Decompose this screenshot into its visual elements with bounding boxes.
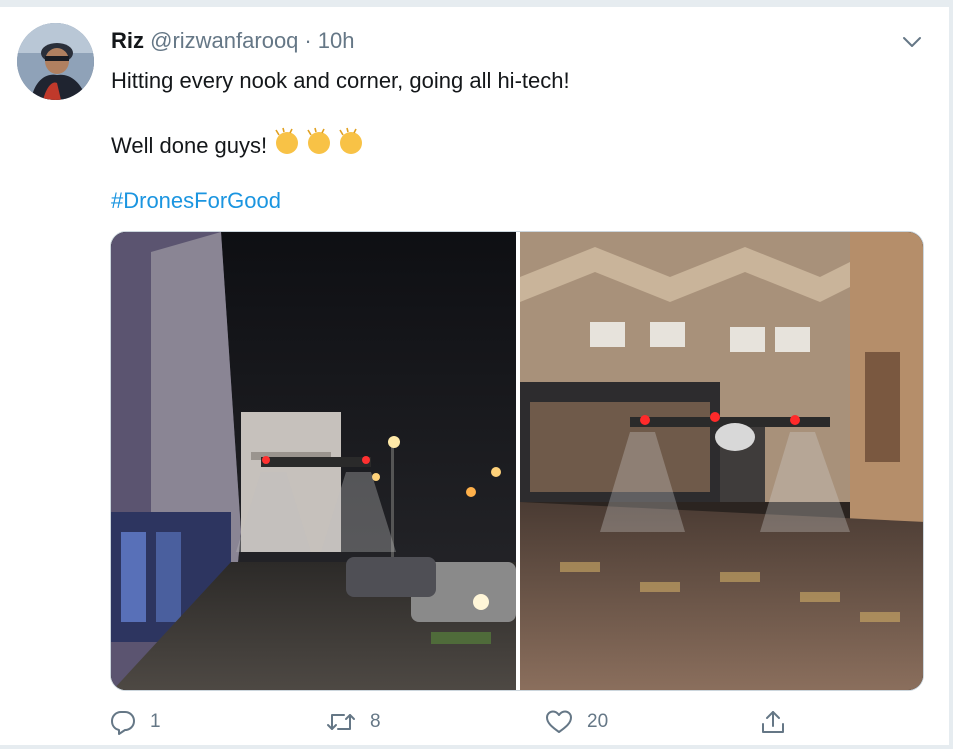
- storefront-photo: [520, 232, 923, 690]
- like-count: 20: [587, 711, 609, 732]
- tweet-text-line: Well done guys!: [111, 127, 369, 164]
- user-handle[interactable]: @rizwanfarooq: [150, 28, 298, 53]
- retweet-count: 8: [370, 711, 381, 732]
- clapping-hands-emoji: [273, 127, 369, 164]
- tweet-actions: 1 8 20: [0, 707, 953, 737]
- more-options-button[interactable]: [899, 29, 925, 55]
- tweet-header: Riz @rizwanfarooq · 10h: [111, 28, 354, 54]
- media-grid: [110, 231, 924, 691]
- media-photo-1[interactable]: [111, 232, 516, 690]
- timestamp[interactable]: 10h: [318, 28, 355, 53]
- retweet-icon: [327, 714, 355, 730]
- avatar-photo: [17, 23, 94, 100]
- retweet-button[interactable]: 8: [326, 707, 381, 737]
- display-name[interactable]: Riz: [111, 28, 144, 53]
- clap-emoji-3: [339, 127, 363, 154]
- separator-dot: ·: [304, 28, 312, 53]
- like-icon: [546, 710, 572, 733]
- chevron-down-icon: [903, 37, 921, 47]
- share-button[interactable]: [760, 707, 786, 737]
- media-photo-2[interactable]: [520, 232, 923, 690]
- night-street-photo: [111, 232, 516, 690]
- clap-emoji-2: [307, 127, 331, 154]
- share-icon: [762, 711, 784, 733]
- hashtag-link[interactable]: #DronesForGood: [111, 187, 281, 215]
- tweet-text-line: Hitting every nook and corner, going all…: [111, 68, 570, 93]
- tweet-card[interactable]: Riz @rizwanfarooq · 10h Hitting every nook…: [0, 0, 953, 749]
- reply-icon: [111, 711, 135, 735]
- like-button[interactable]: 20: [545, 707, 608, 737]
- tweet-text: Well done guys!: [111, 133, 268, 158]
- reply-count: 1: [150, 711, 161, 732]
- clap-emoji-1: [275, 127, 299, 154]
- reply-button[interactable]: 1: [110, 707, 161, 737]
- avatar[interactable]: [17, 23, 94, 100]
